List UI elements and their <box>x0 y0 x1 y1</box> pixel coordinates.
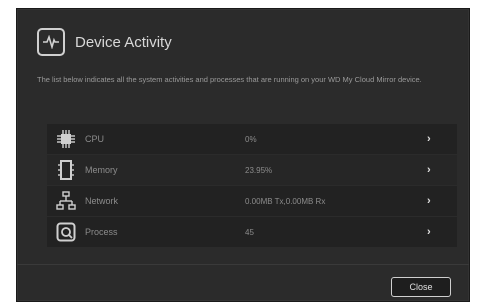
dialog-title: Device Activity <box>75 33 172 51</box>
activity-row-network[interactable]: Network 0.00MB Tx,0.00MB Rx › <box>47 186 457 216</box>
activity-row-process[interactable]: Process 45 › <box>47 217 457 247</box>
device-activity-dialog: Device Activity The list below indicates… <box>16 8 470 302</box>
dialog-header: Device Activity <box>37 27 172 57</box>
activity-list: CPU 0% › Memory 23.95% › Network 0.00MB … <box>47 124 457 248</box>
row-value-cpu: 0% <box>245 134 257 144</box>
row-label-memory: Memory <box>85 165 118 175</box>
chevron-right-icon: › <box>427 226 431 238</box>
row-value-process: 45 <box>245 227 254 237</box>
memory-icon <box>55 159 77 181</box>
chevron-right-icon: › <box>427 164 431 176</box>
row-label-process: Process <box>85 227 118 237</box>
dialog-description: The list below indicates all the system … <box>37 75 422 84</box>
process-icon <box>55 221 77 243</box>
activity-row-cpu[interactable]: CPU 0% › <box>47 124 457 154</box>
chevron-right-icon: › <box>427 133 431 145</box>
activity-row-memory[interactable]: Memory 23.95% › <box>47 155 457 185</box>
row-value-memory: 23.95% <box>245 165 273 175</box>
cpu-icon <box>55 128 77 150</box>
row-value-network: 0.00MB Tx,0.00MB Rx <box>245 196 326 206</box>
close-button[interactable]: Close <box>391 277 451 297</box>
chevron-right-icon: › <box>427 195 431 207</box>
row-label-cpu: CPU <box>85 134 105 144</box>
network-icon <box>55 190 77 212</box>
row-label-network: Network <box>85 196 119 206</box>
activity-pulse-icon <box>37 28 65 56</box>
footer-divider <box>17 264 469 265</box>
